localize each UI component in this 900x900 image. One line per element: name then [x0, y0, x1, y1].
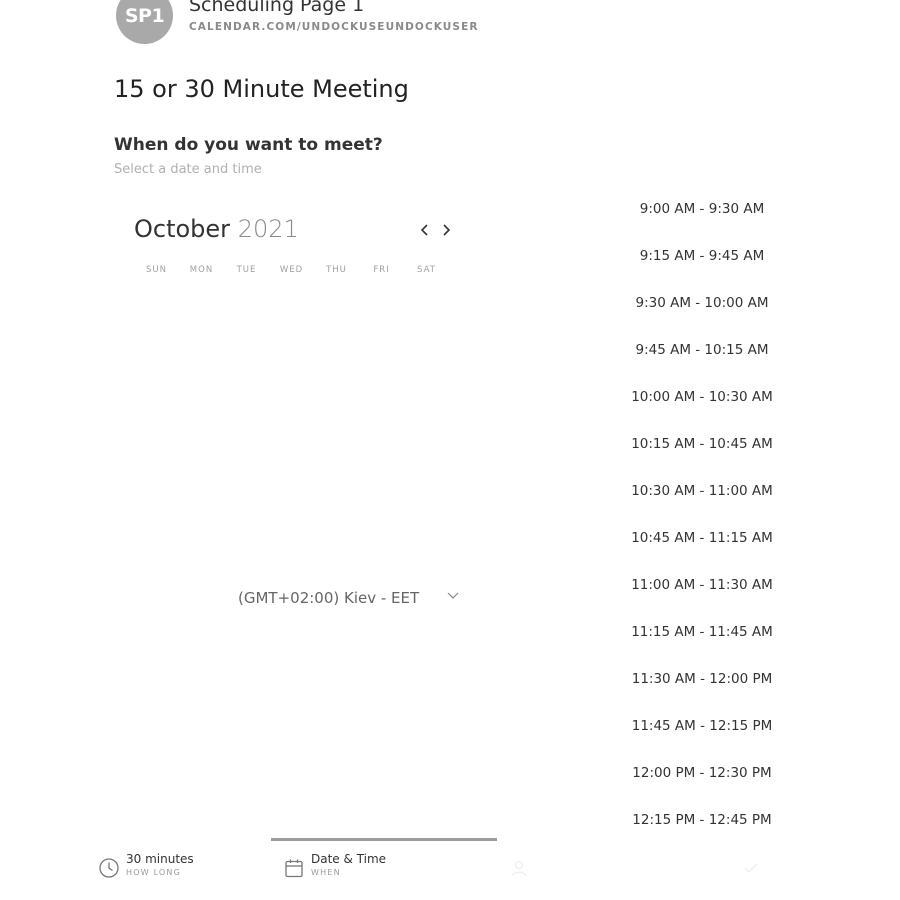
step-details[interactable] — [508, 852, 536, 879]
time-slot[interactable]: 11:00 AM - 11:30 AM — [612, 572, 792, 619]
check-icon — [744, 863, 758, 873]
calendar-weekday-header: SUN MON TUE WED THU FRI SAT — [134, 265, 449, 275]
next-month-button[interactable] — [436, 219, 456, 241]
step-duration[interactable]: 30 minutes HOW LONG — [98, 852, 194, 879]
meeting-title: 15 or 30 Minute Meeting — [114, 75, 409, 103]
previous-month-button[interactable] — [415, 219, 435, 241]
time-slot[interactable]: 10:45 AM - 11:15 AM — [612, 525, 792, 572]
weekday-label: MON — [189, 265, 214, 275]
time-slot[interactable]: 9:15 AM - 9:45 AM — [612, 243, 792, 290]
calendar-month-year: October 2021 — [134, 215, 299, 243]
step-date-time-subtitle: WHEN — [311, 868, 341, 877]
scheduling-page-url[interactable]: CALENDAR.COM/UNDOCKUSEUNDOCKUSER — [189, 21, 479, 33]
step-confirm[interactable] — [740, 852, 768, 879]
time-slot[interactable]: 9:00 AM - 9:30 AM — [612, 196, 792, 243]
calendar-icon — [285, 859, 303, 878]
user-icon — [511, 860, 527, 877]
chevron-left-icon — [420, 224, 428, 236]
avatar: SP1 — [116, 0, 173, 44]
time-slot[interactable]: 12:00 PM - 12:30 PM — [612, 760, 792, 807]
weekday-label: SUN — [146, 265, 167, 275]
timezone-select[interactable]: (GMT+02:00) Kiev - EET — [238, 586, 464, 610]
chevron-right-icon — [443, 224, 451, 236]
step-duration-title: 30 minutes — [126, 852, 194, 866]
calendar-year: 2021 — [237, 215, 299, 243]
time-slot[interactable]: 10:30 AM - 11:00 AM — [612, 478, 792, 525]
chevron-down-icon — [447, 592, 459, 599]
weekday-label: FRI — [373, 265, 390, 275]
time-slot[interactable]: 9:45 AM - 10:15 AM — [612, 337, 792, 384]
time-slot[interactable]: 11:15 AM - 11:45 AM — [612, 619, 792, 666]
when-heading: When do you want to meet? — [114, 135, 383, 155]
weekday-label: THU — [326, 265, 347, 275]
step-duration-subtitle: HOW LONG — [126, 868, 182, 877]
timezone-label: (GMT+02:00) Kiev - EET — [238, 589, 420, 607]
time-slot[interactable]: 10:00 AM - 10:30 AM — [612, 384, 792, 431]
active-step-indicator — [271, 838, 497, 841]
weekday-label: TUE — [236, 265, 257, 275]
weekday-label: SAT — [417, 265, 436, 275]
time-slot-list: 9:00 AM - 9:30 AM 9:15 AM - 9:45 AM 9:30… — [612, 196, 792, 854]
time-slot[interactable]: 10:15 AM - 10:45 AM — [612, 431, 792, 478]
time-slot[interactable]: 11:45 AM - 12:15 PM — [612, 713, 792, 760]
time-slot[interactable]: 9:30 AM - 10:00 AM — [612, 290, 792, 337]
step-date-time-title: Date & Time — [311, 852, 387, 866]
step-date-time[interactable]: Date & Time WHEN — [283, 852, 386, 879]
clock-icon — [99, 858, 119, 878]
calendar-month: October — [134, 215, 231, 243]
weekday-label: WED — [279, 265, 304, 275]
scheduling-page-name: Scheduling Page 1 — [189, 0, 365, 16]
select-date-hint: Select a date and time — [114, 162, 262, 177]
booking-steps-bar: 30 minutes HOW LONG Date & Time WHEN — [0, 838, 900, 900]
time-slot[interactable]: 11:30 AM - 12:00 PM — [612, 666, 792, 713]
